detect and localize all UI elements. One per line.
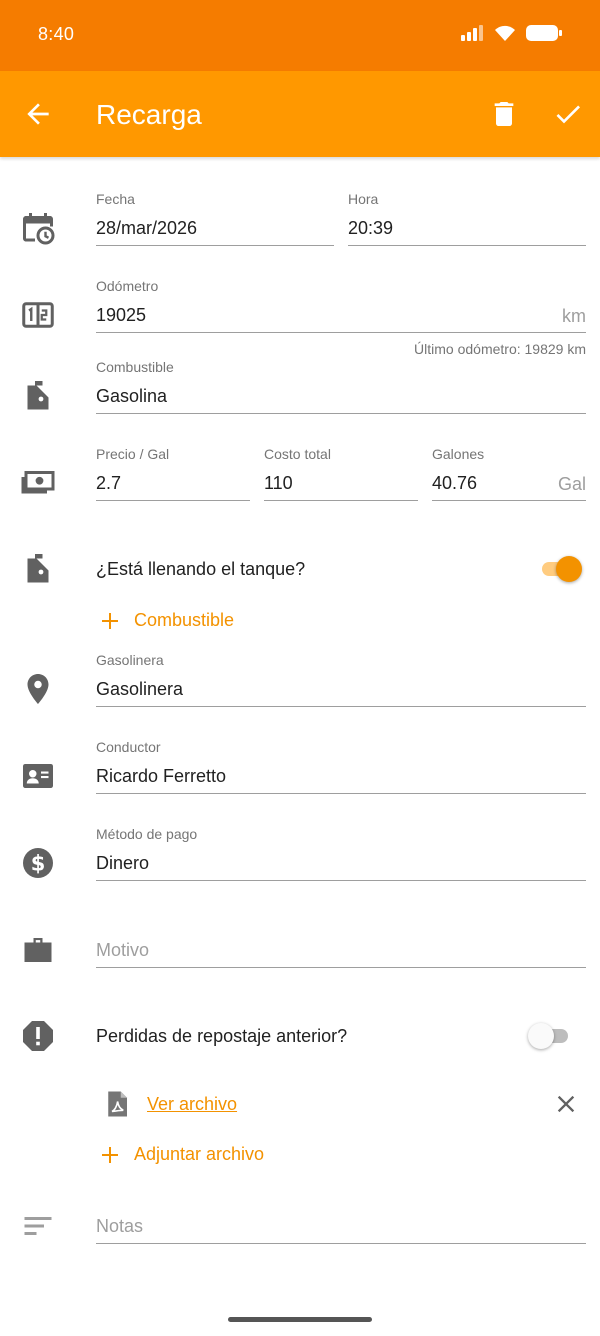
pdf-file-icon — [108, 1091, 127, 1117]
galones-field[interactable]: 40.76 Gal — [432, 465, 586, 501]
hora-value: 20:39 — [348, 218, 394, 238]
status-time: 8:40 — [38, 24, 75, 44]
calendar-clock-icon — [23, 213, 55, 245]
metodo-pago-label: Método de pago — [96, 826, 198, 842]
gasolinera-label: Gasolinera — [96, 652, 164, 668]
odometer-icon — [22, 302, 54, 328]
notas-field[interactable]: Notas — [96, 1208, 586, 1244]
battery-icon — [526, 25, 562, 41]
trash-icon[interactable] — [488, 98, 520, 130]
app-bar: Recarga — [0, 71, 600, 157]
signal-icon — [461, 25, 483, 41]
notas-placeholder: Notas — [96, 1216, 144, 1236]
arrow-back-icon[interactable] — [22, 98, 54, 130]
page-title: Recarga — [96, 99, 202, 130]
odometro-unit: km — [562, 306, 586, 326]
notes-icon — [24, 1217, 52, 1235]
gasolinera-field[interactable]: Gasolinera — [96, 671, 586, 707]
galones-label: Galones — [432, 446, 485, 462]
alert-octagon-icon — [23, 1021, 53, 1051]
plus-icon — [102, 1146, 118, 1163]
combustible-label: Combustible — [96, 359, 174, 375]
conductor-label: Conductor — [96, 739, 161, 755]
money-icon — [21, 471, 55, 494]
fecha-value: 28/mar/2026 — [96, 218, 198, 238]
dollar-circle-icon: $ — [23, 848, 53, 878]
attach-file-label: Adjuntar archivo — [134, 1144, 265, 1164]
status-icons — [460, 24, 562, 42]
metodo-pago-value: Dinero — [96, 853, 150, 873]
conductor-value: Ricardo Ferretto — [96, 766, 227, 786]
costo-total-field[interactable]: 110 — [264, 465, 418, 501]
costo-total-label: Costo total — [264, 446, 331, 462]
location-pin-icon — [27, 674, 49, 704]
perdidas-label: Perdidas de repostaje anterior? — [96, 1026, 348, 1046]
metodo-pago-field[interactable]: Dinero — [96, 845, 586, 881]
driver-card-icon — [23, 764, 53, 788]
add-fuel-button[interactable]: Combustible — [100, 610, 234, 631]
gasolinera-value: Gasolinera — [96, 679, 184, 699]
galones-value: 40.76 — [432, 473, 478, 493]
precio-field[interactable]: 2.7 — [96, 465, 250, 501]
attach-file-button[interactable]: Adjuntar archivo — [100, 1144, 264, 1165]
status-bar: 8:40 — [0, 0, 600, 71]
tanque-lleno-label: ¿Está llenando el tanque? — [96, 559, 306, 579]
fecha-label: Fecha — [96, 191, 135, 207]
fuel-can-icon — [27, 381, 49, 410]
check-icon[interactable] — [552, 98, 584, 130]
tanque-lleno-switch[interactable] — [536, 555, 584, 583]
odometro-helper: Último odómetro: 19829 km — [414, 341, 586, 357]
hora-field[interactable]: 20:39 — [348, 210, 586, 246]
perdidas-switch[interactable] — [526, 1022, 574, 1050]
conductor-field[interactable]: Ricardo Ferretto — [96, 758, 586, 794]
briefcase-icon — [24, 938, 52, 962]
combustible-value: Gasolina — [96, 386, 168, 406]
motivo-placeholder: Motivo — [96, 940, 150, 960]
home-indicator — [228, 1317, 372, 1322]
hora-label: Hora — [348, 191, 379, 207]
fuel-can-icon — [27, 554, 49, 583]
ver-archivo-link[interactable]: Ver archivo — [147, 1094, 237, 1115]
precio-label: Precio / Gal — [96, 446, 170, 462]
precio-value: 2.7 — [96, 473, 122, 493]
costo-total-value: 110 — [264, 473, 293, 493]
combustible-field[interactable]: Gasolina — [96, 378, 586, 414]
fecha-field[interactable]: 28/mar/2026 — [96, 210, 334, 246]
galones-unit: Gal — [557, 474, 586, 494]
svg-text:$: $ — [31, 852, 46, 876]
close-icon[interactable] — [552, 1090, 580, 1118]
motivo-field[interactable]: Motivo — [96, 932, 586, 968]
wifi-icon — [495, 25, 515, 41]
plus-icon — [102, 612, 118, 629]
odometro-label: Odómetro — [96, 278, 159, 294]
odometro-value: 19025 — [96, 305, 147, 325]
add-fuel-label: Combustible — [134, 610, 235, 630]
odometro-field[interactable]: 19025 km — [96, 297, 586, 333]
